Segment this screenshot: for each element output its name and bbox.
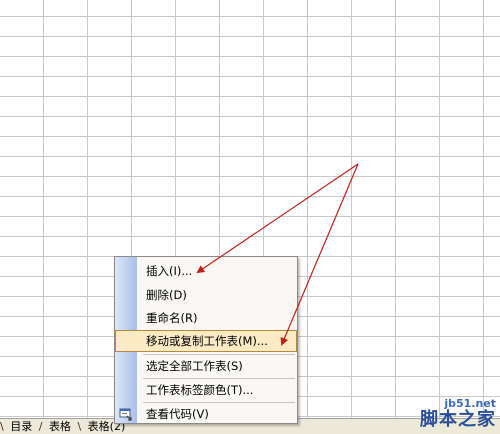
menu-item-insert[interactable]: 插入(I)... xyxy=(115,260,297,282)
menu-item-label: 删除(D) xyxy=(146,288,187,302)
menu-item-delete[interactable]: 删除(D) xyxy=(115,284,297,306)
menu-item-view-code[interactable]: 查看代码(V) xyxy=(115,403,297,425)
site-watermark: jb51.net 脚本之家 xyxy=(420,398,496,430)
tab-separator: \ xyxy=(0,420,4,433)
menu-item-move-or-copy[interactable]: 移动或复制工作表(M)... xyxy=(115,330,297,352)
tab-separator: / xyxy=(38,420,43,433)
menu-item-label: 查看代码(V) xyxy=(146,407,209,421)
menu-item-select-all-sheets[interactable]: 选定全部工作表(S) xyxy=(115,355,297,377)
menu-item-label: 插入(I)... xyxy=(146,264,193,278)
sheet-tab-table[interactable]: 表格 xyxy=(46,419,74,433)
menu-item-tab-color[interactable]: 工作表标签颜色(T)... xyxy=(115,379,297,401)
menu-item-rename[interactable]: 重命名(R) xyxy=(115,307,297,329)
tab-separator: \ xyxy=(77,420,82,433)
menu-item-label: 移动或复制工作表(M)... xyxy=(146,334,268,348)
menu-item-label: 选定全部工作表(S) xyxy=(146,359,243,373)
code-window-icon xyxy=(119,407,133,421)
menu-item-label: 重命名(R) xyxy=(146,311,198,325)
watermark-brand: 脚本之家 xyxy=(420,409,496,430)
menu-item-label: 工作表标签颜色(T)... xyxy=(146,383,254,397)
sheet-tab-context-menu: 插入(I)... 删除(D) 重命名(R) 移动或复制工作表(M)... 选定全… xyxy=(114,256,298,424)
sheet-tab-catalog[interactable]: 目录 xyxy=(7,419,35,433)
